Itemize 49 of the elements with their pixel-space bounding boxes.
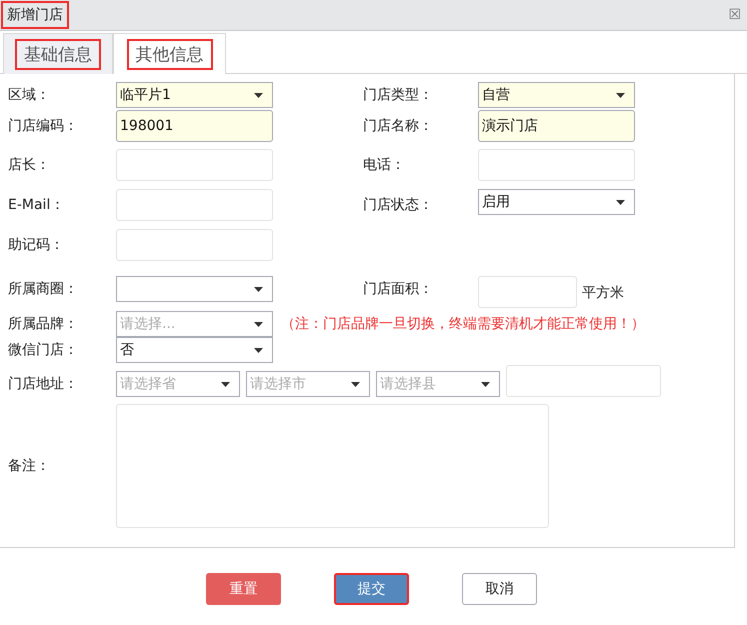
field-label: E-Mail： [8, 196, 66, 215]
reset-button[interactable]: 重置 [206, 573, 281, 605]
window-title: 新增门店 [1, 1, 69, 29]
caret-icon [221, 382, 230, 387]
submit-button[interactable]: 提交 [334, 573, 409, 605]
field-label: 门店名称： [363, 117, 434, 136]
warning-note: （注：门店品牌一旦切换，终端需要清机才能正常使用！） [281, 315, 645, 334]
field-label: 门店状态： [363, 196, 434, 215]
dropdown[interactable]: 启用 [478, 189, 635, 215]
field-label: 门店地址： [8, 375, 79, 394]
field-label: 电话： [363, 156, 406, 175]
input-field[interactable] [478, 276, 577, 308]
textarea-field[interactable] [116, 404, 549, 528]
input-field[interactable]: 198001 [116, 110, 273, 142]
tab[interactable]: 基础信息 [3, 33, 113, 74]
field-label: 店长： [8, 156, 51, 175]
close-button[interactable]: ☒ [728, 7, 741, 23]
field-label: 微信门店： [8, 341, 79, 360]
field-label: 门店面积： [363, 280, 434, 299]
dropdown[interactable]: 临平片1 [116, 82, 273, 108]
field-label: 区域： [8, 86, 51, 105]
caret-icon [616, 93, 625, 98]
caret-icon [254, 322, 263, 327]
input-field[interactable]: 演示门店 [478, 110, 635, 142]
tab-label: 其他信息 [126, 38, 212, 70]
input-field[interactable] [116, 229, 273, 261]
tab[interactable]: 其他信息 [113, 33, 226, 74]
field-label: 门店编码： [8, 117, 79, 136]
caret-icon [481, 382, 490, 387]
caret-icon [616, 200, 625, 205]
caret-icon [254, 287, 263, 292]
field-label: 助记码： [8, 236, 65, 255]
dropdown[interactable] [116, 276, 273, 302]
dropdown[interactable]: 否 [116, 337, 273, 363]
field-label: 所属品牌： [8, 315, 79, 334]
field-label: 门店类型： [363, 86, 434, 105]
caret-icon [351, 382, 360, 387]
input-field[interactable] [478, 149, 635, 181]
field-label: 备注： [8, 457, 51, 476]
unit-label: 平方米 [582, 284, 624, 303]
dropdown[interactable]: 自营 [478, 82, 635, 108]
caret-icon [254, 93, 263, 98]
field-label: 所属商圈： [8, 280, 79, 299]
input-field[interactable] [116, 149, 273, 181]
tab-label: 基础信息 [15, 38, 101, 70]
caret-icon [254, 348, 263, 353]
input-field[interactable] [506, 365, 661, 397]
cancel-button[interactable]: 取消 [462, 573, 537, 605]
input-field[interactable] [116, 189, 273, 221]
